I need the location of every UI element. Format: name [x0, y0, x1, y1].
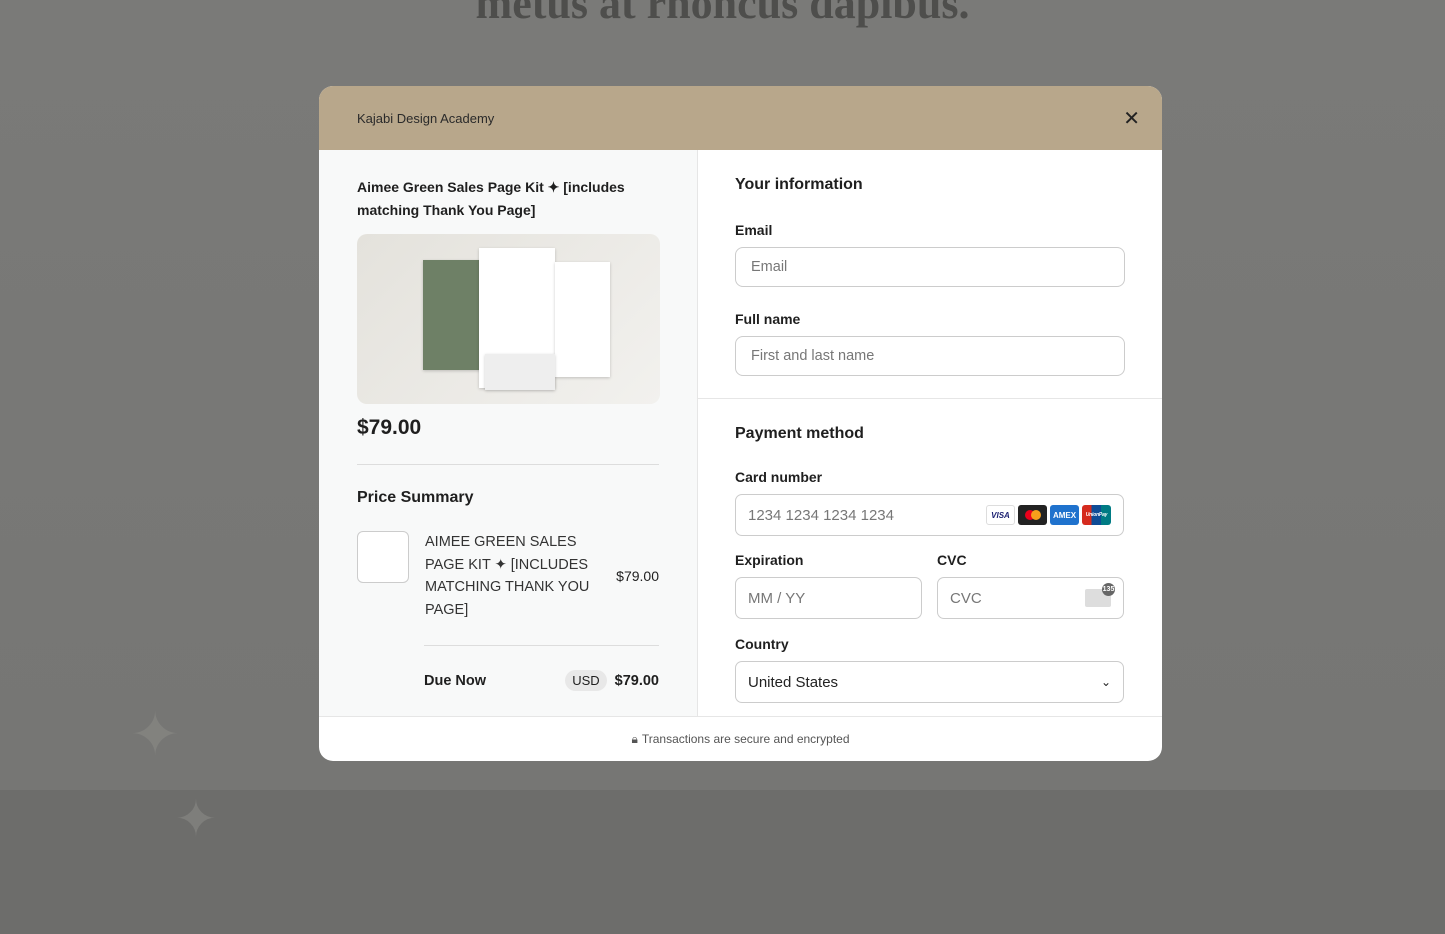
email-field[interactable]: [735, 247, 1125, 287]
email-label: Email: [735, 222, 773, 238]
product-image: [357, 234, 660, 404]
card-placeholder: 1234 1234 1234 1234: [748, 506, 894, 524]
country-value: United States: [748, 673, 839, 691]
sparkle-icon: ✦: [175, 791, 217, 847]
amex-icon: AMEX: [1050, 505, 1079, 525]
form-panel: Your information Email Full name Payment…: [698, 150, 1162, 716]
item-thumbnail: [357, 531, 409, 583]
payment-title: Payment method: [735, 425, 864, 442]
sparkle-icon: ✦: [130, 701, 181, 768]
visa-icon: VISA: [986, 505, 1015, 525]
chevron-down-icon: ⌄: [1100, 675, 1111, 689]
cvc-card-icon: 135: [1085, 583, 1115, 607]
full-name-field[interactable]: [735, 336, 1125, 376]
security-text: Transactions are secure and encrypted: [641, 732, 850, 746]
expiration-label: Expiration: [735, 552, 804, 568]
summary-item: AIMEE GREEN SALES PAGE KIT ✦ [INCLUDES M…: [357, 531, 659, 621]
store-name: Kajabi Design Academy: [357, 110, 495, 126]
modal-header: Kajabi Design Academy ✕: [319, 86, 1162, 150]
cvc-label: CVC: [937, 552, 967, 568]
info-title: Your information: [735, 176, 863, 193]
card-number-field[interactable]: 1234 1234 1234 1234 VISA AMEX UnionPay: [735, 494, 1124, 536]
due-label: Due Now: [424, 672, 487, 689]
mastercard-icon: [1018, 505, 1047, 525]
order-panel: Aimee Green Sales Page Kit ✦ [includes m…: [319, 150, 698, 716]
item-name: AIMEE GREEN SALES PAGE KIT ✦ [INCLUDES M…: [425, 534, 590, 618]
unionpay-icon: UnionPay: [1082, 505, 1111, 525]
cvc-hint: 135: [1102, 583, 1115, 596]
card-label: Card number: [735, 469, 823, 485]
currency-badge: USD: [565, 670, 607, 691]
background-heading: metus at rhoncus dapibus.: [475, 0, 970, 28]
due-now-row: Due Now USD $79.00: [424, 645, 659, 691]
item-price: $79.00: [616, 568, 659, 584]
name-label: Full name: [735, 311, 801, 327]
country-label: Country: [735, 636, 789, 652]
checkout-modal: Kajabi Design Academy ✕ Aimee Green Sale…: [319, 86, 1162, 761]
product-price: $79.00: [357, 416, 422, 439]
country-select[interactable]: United States ⌄: [735, 661, 1124, 703]
due-amount: $79.00: [614, 672, 659, 689]
cvc-placeholder: CVC: [950, 589, 982, 607]
product-title: Aimee Green Sales Page Kit ✦ [includes m…: [357, 179, 625, 218]
cvc-field[interactable]: CVC 135: [937, 577, 1124, 619]
security-footer: 🔒︎ Transactions are secure and encrypted: [319, 716, 1162, 761]
lock-icon: 🔒︎: [631, 731, 638, 746]
expiration-field[interactable]: MM / YY: [735, 577, 922, 619]
price-summary-title: Price Summary: [357, 489, 474, 506]
close-icon[interactable]: ✕: [1123, 106, 1140, 131]
